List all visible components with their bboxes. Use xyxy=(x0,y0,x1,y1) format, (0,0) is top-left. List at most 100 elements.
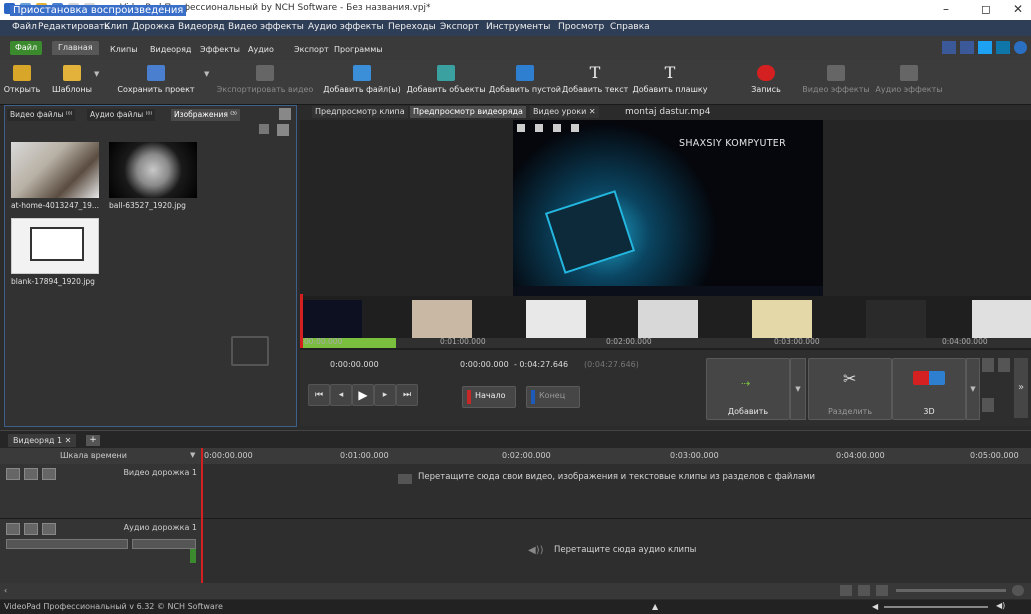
set-end-button[interactable]: Конец xyxy=(526,386,580,408)
save-project-button[interactable]: Сохранить проект xyxy=(108,62,204,102)
go-end-icon[interactable]: ⏭ xyxy=(396,384,418,406)
strip-playhead[interactable] xyxy=(300,294,303,348)
zoom-out-icon[interactable] xyxy=(982,358,994,372)
video-track[interactable]: Видео дорожка 1 Перетащите сюда свои вид… xyxy=(0,464,1031,519)
tab-audio-files[interactable]: Аудио файлы ⁽⁰⁾ xyxy=(87,109,156,121)
add-sequence-icon[interactable]: + xyxy=(86,435,100,446)
close-button[interactable]: ✕ xyxy=(1008,2,1028,16)
add-dropdown-button[interactable]: ▼ xyxy=(790,358,806,420)
menu-transitions[interactable]: Переходы xyxy=(388,22,436,32)
add-files-button[interactable]: Добавить файл(ы) xyxy=(320,62,404,102)
add-plate-button[interactable]: T Добавить плашку xyxy=(630,62,710,102)
menu-track[interactable]: Дорожка xyxy=(132,22,175,32)
tab-export[interactable]: Экспорт xyxy=(294,45,329,54)
visibility-icon[interactable] xyxy=(24,468,38,480)
menu-clip[interactable]: Клип xyxy=(104,22,128,32)
volume-up-icon[interactable]: ◀) xyxy=(996,601,1005,610)
panel-menu-icon[interactable] xyxy=(279,108,291,120)
master-volume-slider[interactable] xyxy=(884,606,988,608)
tab-file[interactable]: Файл xyxy=(10,41,43,55)
video-preview-screen[interactable]: SHAXSIY KOMPYUTER xyxy=(513,120,823,296)
timeline-playhead[interactable] xyxy=(201,448,203,598)
lock-icon[interactable] xyxy=(42,523,56,535)
tab-effects[interactable]: Эффекты xyxy=(200,45,240,54)
tab-video-lessons[interactable]: Видео уроки ✕ xyxy=(530,106,599,118)
zoom-in-icon[interactable] xyxy=(998,358,1010,372)
step-back-icon[interactable]: ◂ xyxy=(330,384,352,406)
add-blank-button[interactable]: Добавить пустой xyxy=(488,62,562,102)
step-forward-icon[interactable]: ▸ xyxy=(374,384,396,406)
list-view-icon[interactable] xyxy=(277,124,289,136)
menu-help[interactable]: Справка xyxy=(610,22,650,32)
chevron-down-icon[interactable]: ▼ xyxy=(94,70,99,78)
search-icon[interactable] xyxy=(1012,585,1024,596)
video-effects-button[interactable]: Видео эффекты xyxy=(798,62,874,102)
like-icon[interactable] xyxy=(942,41,956,54)
twitter-icon[interactable] xyxy=(978,41,992,54)
tab-programs[interactable]: Программы xyxy=(334,45,383,54)
3d-dropdown-button[interactable]: ▼ xyxy=(966,358,980,420)
media-item[interactable]: ball-63527_1920.jpg xyxy=(109,142,197,210)
menu-file[interactable]: Файл xyxy=(12,22,37,32)
volume-down-icon[interactable]: ◀ xyxy=(872,602,878,611)
add-text-button[interactable]: T Добавить текст xyxy=(562,62,628,102)
timeline-scrollbar[interactable]: ‹ xyxy=(0,583,1031,599)
media-item[interactable]: blank-17894_1920.jpg xyxy=(11,218,99,286)
menu-audio-effects[interactable]: Аудио эффекты xyxy=(308,22,384,32)
tab-sequence[interactable]: Видеоряд xyxy=(150,45,191,54)
fit-icon[interactable] xyxy=(982,398,994,412)
menu-video-effects[interactable]: Видео эффекты xyxy=(228,22,304,32)
menu-sequence[interactable]: Видеоряд xyxy=(178,22,225,32)
audio-track[interactable]: Аудио дорожка 1 ◀)) Перетащите сюда ауди… xyxy=(0,519,1031,583)
scroll-left-icon[interactable]: ‹ xyxy=(4,586,7,595)
add-to-sequence-button[interactable]: ⇢ Добавить xyxy=(706,358,790,420)
menu-export[interactable]: Экспорт xyxy=(440,22,479,32)
timeline-scale[interactable]: Шкала времени ▼ 0:00:00.000 0:01:00.000 … xyxy=(0,448,1031,464)
maximize-button[interactable]: ◻ xyxy=(976,2,996,16)
record-button[interactable]: Запись xyxy=(744,62,788,102)
collapse-icon[interactable] xyxy=(6,468,20,480)
set-start-button[interactable]: Начало xyxy=(462,386,516,408)
strip-ruler[interactable]: 00:00.000 0:01:00.000 0:02:00.000 0:03:0… xyxy=(300,294,1031,348)
split-button[interactable]: ✂ Разделить xyxy=(808,358,892,420)
tab-sequence-preview[interactable]: Предпросмотр видеоряда xyxy=(410,106,526,118)
video-drop-hint: Перетащите сюда свои видео, изображения … xyxy=(418,472,816,482)
play-icon[interactable]: ▶ xyxy=(352,384,374,406)
tab-images[interactable]: Изображения ⁽³⁾ xyxy=(171,109,240,121)
tab-clips[interactable]: Клипы xyxy=(110,45,138,54)
tab-video-files[interactable]: Видео файлы ⁽⁰⁾ xyxy=(7,109,76,121)
pan-slider[interactable] xyxy=(132,539,196,549)
volume-slider[interactable] xyxy=(6,539,128,549)
add-objects-button[interactable]: Добавить объекты xyxy=(406,62,486,102)
tab-audio[interactable]: Аудио xyxy=(248,45,274,54)
zoom-out-icon[interactable] xyxy=(876,585,888,596)
speaker-icon[interactable] xyxy=(24,523,38,535)
help-icon[interactable] xyxy=(1014,41,1027,54)
three-d-button[interactable]: 3D xyxy=(892,358,966,420)
tab-home[interactable]: Главная xyxy=(52,41,99,55)
delete-icon[interactable] xyxy=(259,124,269,134)
zoom-in-icon[interactable] xyxy=(858,585,870,596)
fit-timeline-icon[interactable] xyxy=(840,585,852,596)
menu-tools[interactable]: Инструменты xyxy=(486,22,550,32)
linkedin-icon[interactable] xyxy=(996,41,1010,54)
audio-effects-button[interactable]: Аудио эффекты xyxy=(874,62,944,102)
minimize-button[interactable]: – xyxy=(936,2,956,16)
chevron-down-icon[interactable]: ▼ xyxy=(204,70,209,78)
facebook-icon[interactable] xyxy=(960,41,974,54)
menu-edit[interactable]: Редактировать xyxy=(38,22,110,32)
tab-sequence-1[interactable]: Видеоряд 1 ✕ xyxy=(8,434,77,447)
collapse-icon[interactable] xyxy=(6,523,20,535)
collapse-panel-icon[interactable]: ▲ xyxy=(652,602,658,611)
menu-view[interactable]: Просмотр xyxy=(558,22,604,32)
tab-clip-preview[interactable]: Предпросмотр клипа xyxy=(312,106,408,118)
expand-icon[interactable]: » xyxy=(1014,358,1028,418)
lock-icon[interactable] xyxy=(42,468,56,480)
export-video-button[interactable]: Экспортировать видео xyxy=(214,62,316,102)
media-item[interactable]: at-home-4013247_19... xyxy=(11,142,99,210)
templates-button[interactable]: Шаблоны xyxy=(44,62,100,102)
go-start-icon[interactable]: ⏮ xyxy=(308,384,330,406)
zoom-slider[interactable] xyxy=(896,589,1006,592)
open-button[interactable]: Открыть xyxy=(2,62,42,102)
chevron-down-icon[interactable]: ▼ xyxy=(190,451,195,459)
